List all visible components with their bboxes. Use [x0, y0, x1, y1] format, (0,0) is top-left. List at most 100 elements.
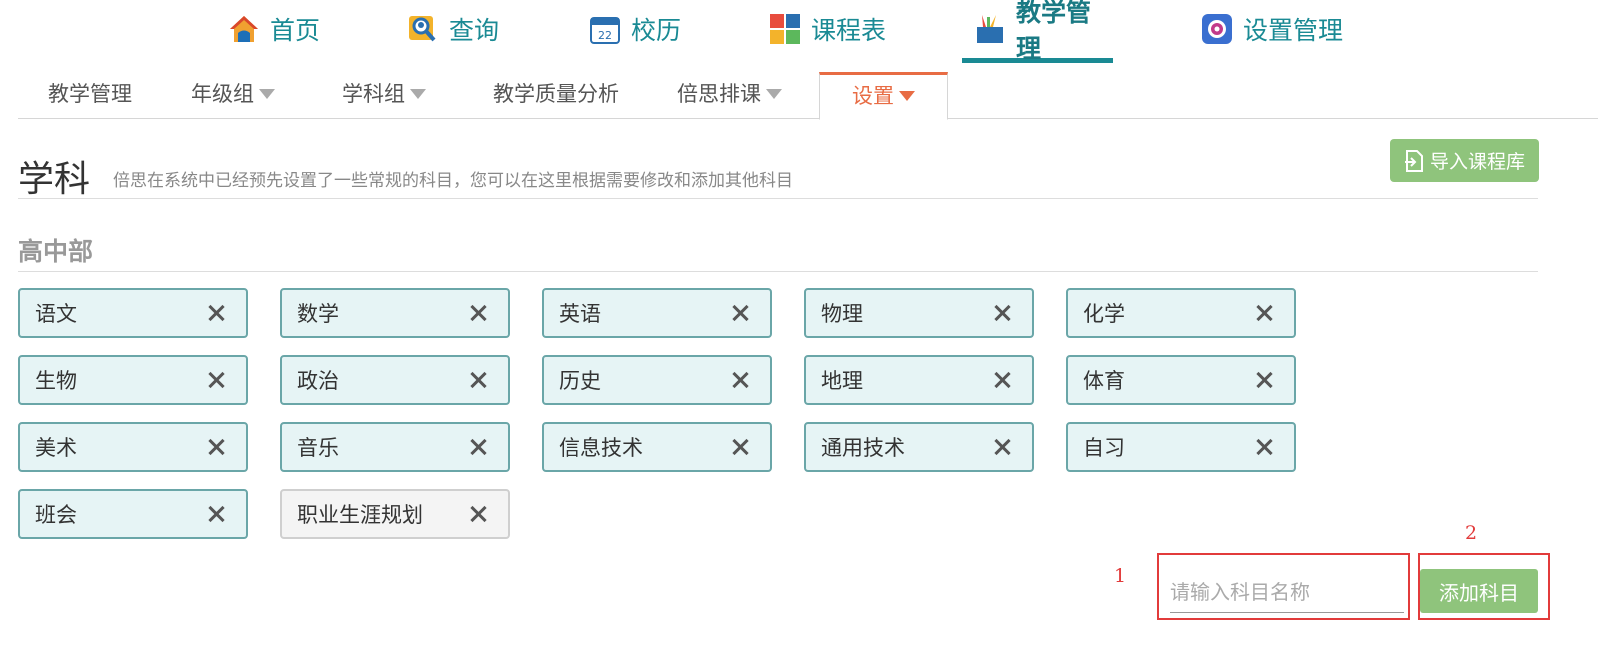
subject-name: 班会 — [35, 503, 77, 527]
subject-name: 数学 — [297, 302, 339, 326]
caret-down-icon — [410, 89, 426, 99]
nav-tab-label: 校历 — [631, 16, 682, 45]
subtab-label: 学科组 — [342, 82, 405, 106]
remove-subject-icon[interactable] — [206, 370, 226, 390]
subject-chip[interactable]: 美术 — [18, 422, 248, 472]
settings-gear-icon — [1201, 13, 1233, 45]
remove-subject-icon[interactable] — [468, 504, 488, 524]
add-subject-button[interactable]: 添加科目 — [1420, 569, 1538, 613]
remove-subject-icon[interactable] — [730, 437, 750, 457]
subtab-label: 教学管理 — [48, 82, 132, 106]
remove-subject-icon[interactable] — [992, 370, 1012, 390]
nav-tab-home[interactable]: 首页 — [228, 0, 320, 58]
remove-subject-icon[interactable] — [468, 303, 488, 323]
subject-chip[interactable]: 通用技术 — [804, 422, 1034, 472]
nav-tab-settings[interactable]: 设置管理 — [1201, 0, 1343, 58]
nav-tab-query[interactable]: 查询 — [407, 0, 499, 58]
remove-subject-icon[interactable] — [1254, 437, 1274, 457]
top-navigation: 首页 查询 22 校历 课程表 教学管理 设置管理 — [0, 0, 1617, 64]
remove-subject-icon[interactable] — [730, 303, 750, 323]
search-person-icon — [407, 13, 439, 45]
subject-name: 生物 — [35, 369, 77, 393]
subtab-label: 教学质量分析 — [493, 82, 619, 106]
subject-chip[interactable]: 化学 — [1066, 288, 1296, 338]
subject-chip[interactable]: 体育 — [1066, 355, 1296, 405]
subject-name: 英语 — [559, 302, 601, 326]
nav-tab-calendar[interactable]: 22 校历 — [589, 0, 681, 58]
nav-tab-label: 教学管理 — [1016, 0, 1092, 63]
subject-name: 通用技术 — [821, 436, 905, 460]
subject-name: 自习 — [1083, 436, 1125, 460]
page-description: 倍思在系统中已经预先设置了一些常规的科目，您可以在这里根据需要修改和添加其他科目 — [113, 171, 793, 191]
nav-tab-label: 课程表 — [811, 16, 887, 45]
remove-subject-icon[interactable] — [992, 437, 1012, 457]
remove-subject-icon[interactable] — [206, 437, 226, 457]
remove-subject-icon[interactable] — [992, 303, 1012, 323]
subtab-label: 设置 — [852, 84, 894, 108]
caret-down-icon — [259, 89, 275, 99]
remove-subject-icon[interactable] — [206, 504, 226, 524]
subtab-subject-group[interactable]: 学科组 — [342, 72, 426, 117]
subject-name: 体育 — [1083, 369, 1125, 393]
remove-subject-icon[interactable] — [1254, 303, 1274, 323]
nav-tab-teaching[interactable]: 教学管理 — [962, 0, 1113, 63]
subject-chip[interactable]: 物理 — [804, 288, 1034, 338]
remove-subject-icon[interactable] — [730, 370, 750, 390]
remove-subject-icon[interactable] — [468, 370, 488, 390]
subject-name-input[interactable] — [1170, 572, 1404, 613]
subject-name: 物理 — [821, 302, 863, 326]
subject-chip[interactable]: 生物 — [18, 355, 248, 405]
subject-chip[interactable]: 英语 — [542, 288, 772, 338]
subject-name: 音乐 — [297, 436, 339, 460]
import-button-label: 导入课程库 — [1429, 151, 1525, 173]
teaching-icon — [974, 13, 1006, 45]
subject-chip[interactable]: 班会 — [18, 489, 248, 539]
remove-subject-icon[interactable] — [468, 437, 488, 457]
caret-down-icon — [899, 91, 915, 101]
subtab-scheduling[interactable]: 倍思排课 — [677, 72, 782, 117]
subtab-grade-group[interactable]: 年级组 — [191, 72, 275, 117]
subject-chip[interactable]: 音乐 — [280, 422, 510, 472]
caret-down-icon — [766, 89, 782, 99]
subject-chip[interactable]: 信息技术 — [542, 422, 772, 472]
subtab-label: 年级组 — [191, 82, 254, 106]
svg-text:22: 22 — [598, 29, 612, 42]
subject-name: 历史 — [559, 369, 601, 393]
nav-tab-label: 设置管理 — [1243, 16, 1344, 45]
remove-subject-icon[interactable] — [1254, 370, 1274, 390]
import-course-library-button[interactable]: 导入课程库 — [1390, 139, 1539, 182]
subject-chip[interactable]: 数学 — [280, 288, 510, 338]
subject-name: 地理 — [821, 369, 863, 393]
nav-tab-timetable[interactable]: 课程表 — [769, 0, 886, 58]
subject-chip[interactable]: 政治 — [280, 355, 510, 405]
divider — [18, 198, 1538, 199]
subject-chip[interactable]: 地理 — [804, 355, 1034, 405]
timetable-icon — [769, 13, 801, 45]
annotation-number: 1 — [1114, 565, 1127, 587]
calendar-icon: 22 — [589, 13, 621, 45]
subject-chip[interactable]: 历史 — [542, 355, 772, 405]
page-title: 学科 — [18, 159, 91, 200]
subtab-label: 倍思排课 — [677, 82, 761, 106]
subtab-quality-analysis[interactable]: 教学质量分析 — [493, 72, 619, 117]
sub-navigation: 教学管理 年级组 学科组 教学质量分析 倍思排课 设置 — [18, 72, 1598, 120]
subtab-teaching-management[interactable]: 教学管理 — [48, 72, 132, 117]
subject-chip[interactable]: 语文 — [18, 288, 248, 338]
subtab-settings[interactable]: 设置 — [819, 72, 948, 120]
subject-name: 化学 — [1083, 302, 1125, 326]
nav-tab-label: 查询 — [449, 16, 500, 45]
divider — [18, 271, 1538, 272]
subject-chip[interactable]: 自习 — [1066, 422, 1296, 472]
home-icon — [228, 13, 260, 45]
import-file-icon — [1404, 149, 1424, 172]
nav-tab-label: 首页 — [270, 16, 321, 45]
subject-chip[interactable]: 职业生涯规划 — [280, 489, 510, 539]
subject-name: 政治 — [297, 369, 339, 393]
group-title: 高中部 — [18, 237, 94, 266]
subject-name: 信息技术 — [559, 436, 643, 460]
subject-name: 语文 — [35, 302, 77, 326]
remove-subject-icon[interactable] — [206, 303, 226, 323]
subject-name: 美术 — [35, 436, 77, 460]
subject-name: 职业生涯规划 — [297, 503, 423, 527]
annotation-number: 2 — [1465, 522, 1478, 544]
